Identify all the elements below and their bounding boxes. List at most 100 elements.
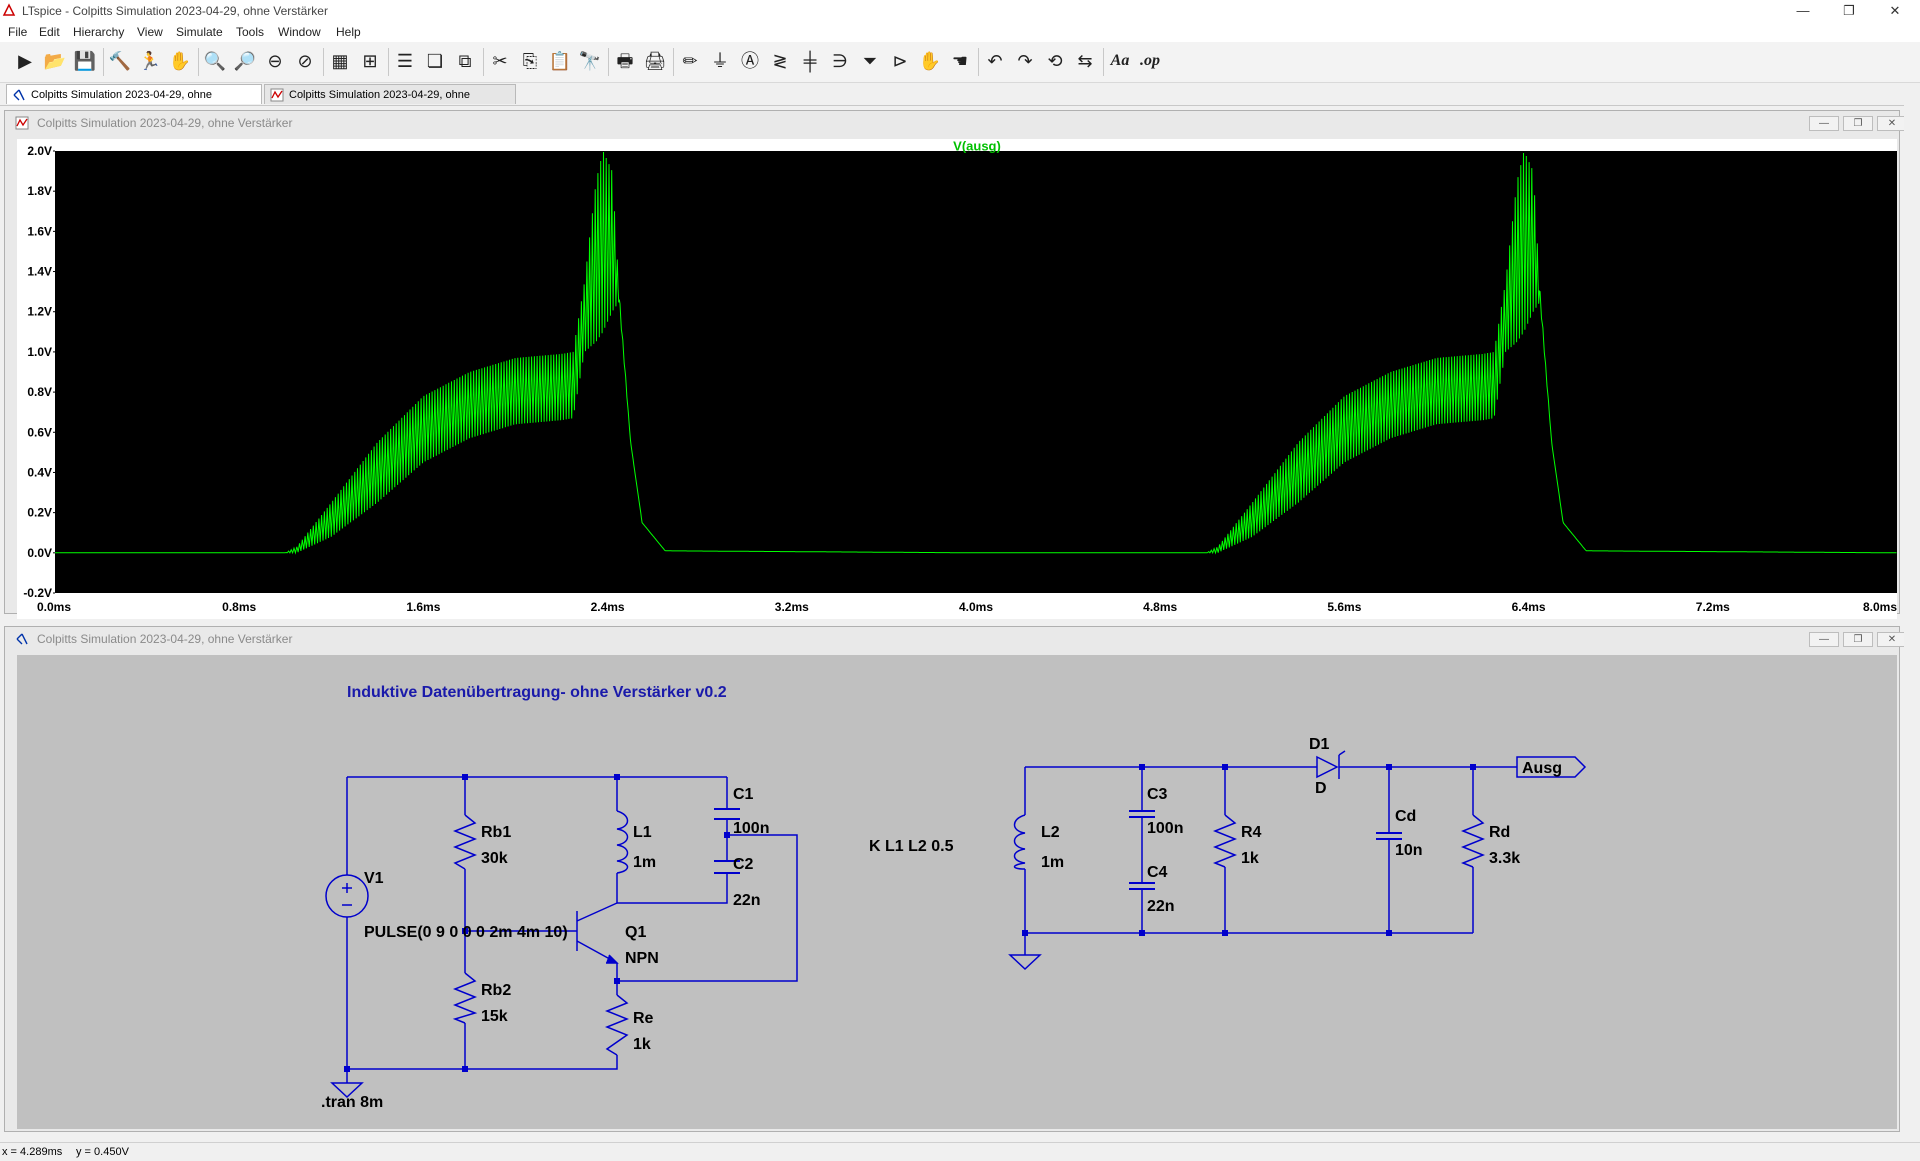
text-icon[interactable]: Aa [1107,48,1133,74]
value-l1[interactable]: 1m [633,854,656,871]
label-c1[interactable]: C1 [733,786,754,803]
run-icon[interactable]: ▶ [12,48,38,74]
capacitor-cd[interactable] [1376,832,1402,840]
schematic-canvas[interactable]: Induktive Datenübertragung- ohne Verstär… [17,655,1897,1129]
schematic-window-titlebar[interactable]: Colpitts Simulation 2023-04-29, ohne Ver… [5,627,1907,651]
print-setup-icon[interactable]: 🖨 [642,48,668,74]
move-icon[interactable]: ✋ [917,48,943,74]
resistor-rb1[interactable] [452,814,478,870]
menu-simulate[interactable]: Simulate [176,25,223,39]
value-rb1[interactable]: 30k [481,850,508,867]
waveform-plot[interactable]: 2.0V 1.8V 1.6V 1.4V 1.2V 1.0V 0.8V 0.6V 0.4V 0.2V… [17,138,1897,619]
mirror-icon[interactable]: ⇆ [1072,48,1098,74]
menu-edit[interactable]: Edit [39,25,60,39]
voltage-source-v1[interactable] [325,874,369,918]
waveform-minimize-button[interactable]: — [1809,116,1839,131]
cut-icon[interactable]: ✂ [487,48,513,74]
menu-window[interactable]: Window [278,25,321,39]
tile-vertical-icon[interactable]: ⧉ [452,48,478,74]
control-panel-icon[interactable]: 🔨 [107,48,133,74]
plot-area[interactable]: 2.0V 1.8V 1.6V 1.4V 1.2V 1.0V 0.8V 0.6V 0.4V 0.2V… [17,138,1897,619]
resistor-rd[interactable] [1460,814,1486,868]
menu-file[interactable]: File [8,25,27,39]
inductor-l2[interactable] [1013,814,1026,870]
autorange-icon[interactable]: ▦ [327,48,353,74]
copy-icon[interactable]: ⎘ [517,48,543,74]
menu-view[interactable]: View [137,25,163,39]
value-c1[interactable]: 100n [733,820,769,837]
zoom-fit-icon[interactable]: 🔎 [232,48,258,74]
zoom-out-icon[interactable]: ⊖ [262,48,288,74]
capacitor-c3[interactable] [1129,810,1155,818]
schematic-maximize-button[interactable]: ❐ [1843,632,1873,647]
label-re[interactable]: Re [633,1010,654,1027]
capacitor-c4[interactable] [1129,882,1155,890]
legend-entry[interactable]: V(ausg) [953,138,1001,153]
label-v1[interactable]: V1 [364,870,384,887]
spice-directive-tran[interactable]: .tran 8m [321,1094,383,1111]
wire[interactable] [616,873,728,904]
value-c3[interactable]: 100n [1147,820,1183,837]
halt-icon[interactable]: 🏃 [137,48,163,74]
schematic-close-button[interactable]: ✕ [1877,632,1907,647]
label-c4[interactable]: C4 [1147,864,1168,881]
menu-hierarchy[interactable]: Hierarchy [73,25,124,39]
waveform-maximize-button[interactable]: ❐ [1843,116,1873,131]
value-rb2[interactable]: 15k [481,1008,508,1025]
spice-directive-coupling[interactable]: K L1 L2 0.5 [869,838,954,855]
resistor-rb2[interactable] [452,972,478,1024]
value-l2[interactable]: 1m [1041,854,1064,871]
value-v1[interactable]: PULSE(0 9 0 0 0 2m 4m 10) [364,924,568,941]
label-net-icon[interactable]: Ⓐ [737,48,763,74]
minimize-button[interactable]: — [1780,0,1826,22]
open-icon[interactable]: 📂 [42,48,68,74]
ground-icon[interactable]: ⏚ [707,48,733,74]
value-re[interactable]: 1k [633,1036,651,1053]
value-d1[interactable]: D [1315,780,1327,797]
label-cd[interactable]: Cd [1395,808,1416,825]
value-cd[interactable]: 10n [1395,842,1423,859]
rotate-icon[interactable]: ⟲ [1042,48,1068,74]
value-c4[interactable]: 22n [1147,898,1175,915]
ground-symbol[interactable] [330,1069,364,1099]
schematic-minimize-button[interactable]: — [1809,632,1839,647]
find-icon[interactable]: 🔭 [577,48,603,74]
schematic-drawing[interactable]: Induktive Datenübertragung- ohne Verstär… [17,655,1897,1129]
inductor-icon[interactable]: ∋ [827,48,853,74]
label-rb1[interactable]: Rb1 [481,824,511,841]
label-l2[interactable]: L2 [1041,824,1060,841]
waveform-close-button[interactable]: ✕ [1877,116,1907,131]
label-d1[interactable]: D1 [1309,736,1330,753]
value-q1[interactable]: NPN [625,950,659,967]
waveform-window-titlebar[interactable]: Colpitts Simulation 2023-04-29, ohne Ver… [5,111,1907,135]
pan-icon[interactable]: ✋ [167,48,193,74]
value-rd[interactable]: 3.3k [1489,850,1520,867]
redo-icon[interactable]: ↷ [1012,48,1038,74]
wire[interactable] [347,1055,618,1070]
draw-wire-icon[interactable]: ✏ [677,48,703,74]
undo-icon[interactable]: ↶ [982,48,1008,74]
label-r4[interactable]: R4 [1241,824,1262,841]
label-l1[interactable]: L1 [633,824,652,841]
zoom-cancel-icon[interactable]: ⊘ [292,48,318,74]
ground-symbol[interactable] [1008,954,1042,971]
restore-button[interactable]: ❐ [1826,0,1872,22]
menu-tools[interactable]: Tools [236,25,264,39]
menu-help[interactable]: Help [336,25,361,39]
save-icon[interactable]: 💾 [72,48,98,74]
drag-icon[interactable]: ☚ [947,48,973,74]
grid-icon[interactable]: ⊞ [357,48,383,74]
spice-directive-icon[interactable]: .op [1137,48,1163,74]
tab-schematic[interactable]: Colpitts Simulation 2023-04-29, ohne Ver… [6,84,262,121]
value-r4[interactable]: 1k [1241,850,1259,867]
capacitor-c1[interactable] [714,808,740,820]
diode-icon[interactable]: ⏷ [857,48,883,74]
value-c2[interactable]: 22n [733,892,761,909]
paste-icon[interactable]: 📋 [547,48,573,74]
tile-horizontal-icon[interactable]: ☰ [392,48,418,74]
label-c2[interactable]: C2 [733,856,754,873]
transistor-q1[interactable] [576,902,619,964]
label-rd[interactable]: Rd [1489,824,1510,841]
schematic-window[interactable]: Colpitts Simulation 2023-04-29, ohne Ver… [4,626,1907,1132]
label-q1[interactable]: Q1 [625,924,646,941]
